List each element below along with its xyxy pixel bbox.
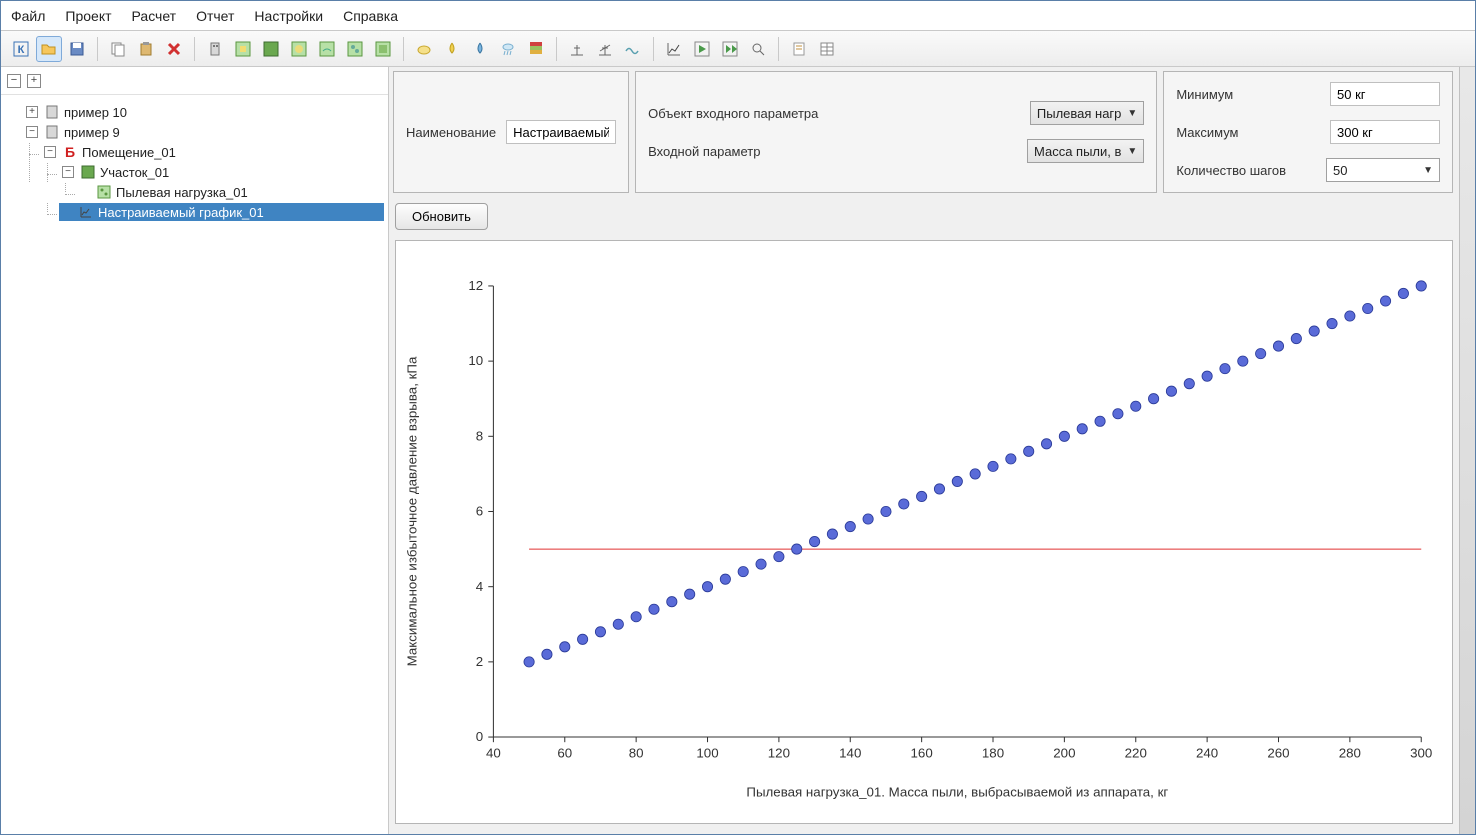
- scrollbar[interactable]: [1459, 67, 1475, 834]
- steps-label: Количество шагов: [1176, 163, 1286, 178]
- chart-icon: [78, 204, 94, 220]
- min-input[interactable]: [1330, 82, 1440, 106]
- tb-drop2-icon[interactable]: [467, 36, 493, 62]
- svg-text:10: 10: [468, 353, 483, 368]
- tb-layers-icon[interactable]: [523, 36, 549, 62]
- tree-expand-all-icon[interactable]: +: [27, 74, 41, 88]
- obj-label: Объект входного параметра: [648, 106, 818, 121]
- tb-table-icon[interactable]: [814, 36, 840, 62]
- tb-next-icon[interactable]: [717, 36, 743, 62]
- svg-text:60: 60: [557, 746, 572, 761]
- svg-text:140: 140: [839, 746, 861, 761]
- tb-linechart-icon[interactable]: [661, 36, 687, 62]
- obj-select[interactable]: Пылевая нагр▼: [1030, 101, 1144, 125]
- chevron-down-icon: ▼: [1127, 108, 1137, 119]
- tree-node-room[interactable]: − Б Помещение_01: [41, 143, 384, 161]
- svg-text:300: 300: [1410, 746, 1432, 761]
- chevron-down-icon: ▼: [1423, 165, 1433, 176]
- svg-text:200: 200: [1053, 746, 1075, 761]
- tb-wave-icon[interactable]: [620, 36, 646, 62]
- area-icon: [80, 164, 96, 180]
- menu-file[interactable]: Файл: [11, 8, 45, 24]
- tb-map4-icon[interactable]: [314, 36, 340, 62]
- project-tree[interactable]: + пример 10 − пример 9 −: [1, 95, 388, 834]
- params-panel: Наименование Объект входного параметра П…: [389, 67, 1459, 197]
- steps-select[interactable]: 50▼: [1326, 158, 1440, 182]
- tb-save-icon[interactable]: [64, 36, 90, 62]
- svg-text:0: 0: [476, 729, 483, 744]
- tb-delete-icon[interactable]: [161, 36, 187, 62]
- tb-building-icon[interactable]: [202, 36, 228, 62]
- chevron-down-icon: ▼: [1127, 146, 1137, 157]
- param-select[interactable]: Масса пыли, в▼: [1027, 139, 1144, 163]
- tb-drop1-icon[interactable]: [439, 36, 465, 62]
- tb-map3-icon[interactable]: [286, 36, 312, 62]
- room-icon: Б: [62, 144, 78, 160]
- building-icon: [44, 124, 60, 140]
- svg-text:260: 260: [1267, 746, 1289, 761]
- tb-map5-icon[interactable]: [342, 36, 368, 62]
- tb-map1-icon[interactable]: [230, 36, 256, 62]
- tb-open-icon[interactable]: [36, 36, 62, 62]
- svg-text:160: 160: [911, 746, 933, 761]
- tb-scale2-icon[interactable]: [592, 36, 618, 62]
- dust-icon: [96, 184, 112, 200]
- svg-text:180: 180: [982, 746, 1004, 761]
- max-input[interactable]: [1330, 120, 1440, 144]
- chart: 40 60 80 100 120 140 160 180 200 220 240 260 280 300 0…: [395, 240, 1453, 824]
- min-label: Минимум: [1176, 87, 1233, 102]
- menu-help[interactable]: Справка: [343, 8, 398, 24]
- tree-collapse-all-icon[interactable]: −: [7, 74, 21, 88]
- tb-zoom-icon[interactable]: [745, 36, 771, 62]
- tree-node-area[interactable]: − Участок_01: [59, 163, 384, 181]
- menu-calc[interactable]: Расчет: [132, 8, 177, 24]
- tb-cloud1-icon[interactable]: [411, 36, 437, 62]
- svg-text:8: 8: [476, 428, 483, 443]
- name-input[interactable]: [506, 120, 616, 144]
- svg-text:120: 120: [768, 746, 790, 761]
- tb-scale1-icon[interactable]: [564, 36, 590, 62]
- svg-text:12: 12: [468, 278, 483, 293]
- tree-toolbar: − +: [1, 67, 388, 95]
- tb-map2-icon[interactable]: [258, 36, 284, 62]
- svg-text:280: 280: [1339, 746, 1361, 761]
- svg-text:4: 4: [476, 579, 484, 594]
- svg-text:6: 6: [476, 504, 483, 519]
- param-label: Входной параметр: [648, 144, 760, 159]
- menu-report[interactable]: Отчет: [196, 8, 234, 24]
- tb-copy-icon[interactable]: [105, 36, 131, 62]
- building-icon: [44, 104, 60, 120]
- update-button[interactable]: Обновить: [395, 203, 488, 230]
- svg-text:220: 220: [1125, 746, 1147, 761]
- tb-doc-icon[interactable]: [786, 36, 812, 62]
- svg-text:40: 40: [486, 746, 501, 761]
- menu-bar: Файл Проект Расчет Отчет Настройки Справ…: [1, 1, 1475, 31]
- tb-play-icon[interactable]: [689, 36, 715, 62]
- tree-node-primer10[interactable]: + пример 10: [23, 103, 384, 121]
- svg-text:100: 100: [696, 746, 718, 761]
- tb-logo-icon[interactable]: К: [8, 36, 34, 62]
- menu-project[interactable]: Проект: [65, 8, 111, 24]
- svg-text:80: 80: [629, 746, 644, 761]
- tree-node-primer9[interactable]: − пример 9: [23, 123, 384, 141]
- max-label: Максимум: [1176, 125, 1238, 140]
- tree-node-chart[interactable]: Настраиваемый график_01: [59, 203, 384, 221]
- tb-paste-icon[interactable]: [133, 36, 159, 62]
- svg-text:К: К: [18, 44, 25, 56]
- svg-text:240: 240: [1196, 746, 1218, 761]
- menu-settings[interactable]: Настройки: [254, 8, 323, 24]
- svg-text:2: 2: [476, 654, 483, 669]
- svg-text:Максимальное избыточное давлен: Максимальное избыточное давление взрыва,…: [405, 356, 420, 666]
- tb-map6-icon[interactable]: [370, 36, 396, 62]
- name-label: Наименование: [406, 125, 496, 140]
- svg-text:Пылевая нагрузка_01. Масса пыл: Пылевая нагрузка_01. Масса пыли, выбрасы…: [746, 785, 1168, 800]
- sidebar: − + + пример 10 − пример 9: [1, 67, 389, 834]
- tb-rain-icon[interactable]: [495, 36, 521, 62]
- toolbar: К: [1, 31, 1475, 67]
- tree-node-dust[interactable]: Пылевая нагрузка_01: [77, 183, 384, 201]
